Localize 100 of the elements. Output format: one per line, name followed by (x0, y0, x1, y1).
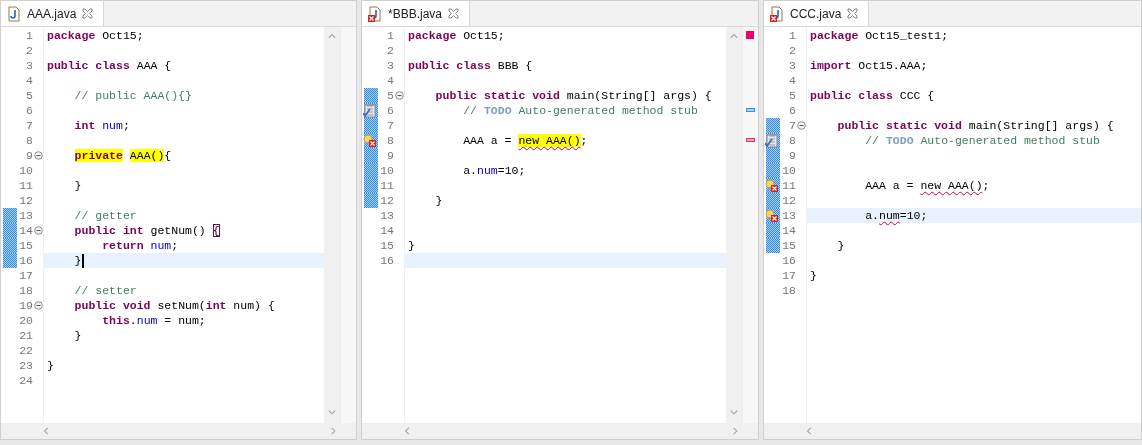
line-number: 13 (18, 208, 33, 223)
line-number: 12 (18, 193, 33, 208)
line-number: 13 (379, 208, 394, 223)
line-number: 1 (386, 28, 394, 43)
collapse-icon[interactable] (33, 301, 43, 310)
code-line: // getter (73, 208, 137, 223)
code-line: } (47, 358, 54, 373)
line-number: 8 (788, 133, 796, 148)
line-number: 2 (25, 43, 33, 58)
line-number: 14 (18, 223, 33, 238)
line-number: 5 (386, 88, 394, 103)
vertical-scrollbar[interactable] (324, 27, 340, 423)
line-number: 3 (788, 58, 796, 73)
code-line: package Oct15; (47, 28, 144, 43)
line-number: 10 (379, 163, 394, 178)
code-line: package Oct15_test1; (810, 28, 949, 43)
line-number: 14 (379, 223, 394, 238)
line-number: 22 (18, 343, 33, 358)
line-number: 2 (788, 43, 796, 58)
code-line: } (810, 268, 817, 283)
line-number: 14 (781, 223, 796, 238)
overview-mark[interactable] (746, 138, 755, 142)
collapse-icon[interactable] (33, 226, 43, 235)
line-number: 15 (781, 238, 796, 253)
code-line: // public AAA(){} (73, 88, 192, 103)
line-number: 11 (18, 178, 33, 193)
line-number: 4 (788, 73, 796, 88)
line-number: 5 (25, 88, 33, 103)
horizontal-scrollbar[interactable] (362, 423, 758, 439)
close-icon[interactable] (448, 8, 460, 19)
code-line: public static void main(String[] args) { (434, 88, 712, 103)
close-icon[interactable] (847, 8, 859, 19)
scroll-left-icon[interactable] (806, 427, 814, 435)
code-line: this.num = num; (101, 313, 206, 328)
code-line: } (73, 253, 82, 268)
scroll-right-icon[interactable] (732, 427, 740, 435)
line-number: 7 (25, 118, 33, 133)
line-number: 18 (18, 283, 33, 298)
line-number: 21 (18, 328, 33, 343)
line-number: 13 (781, 208, 796, 223)
collapse-icon[interactable] (394, 91, 404, 100)
horizontal-scrollbar[interactable] (764, 423, 1141, 439)
line-number: 6 (788, 103, 796, 118)
line-number: 4 (386, 73, 394, 88)
line-number: 15 (18, 238, 33, 253)
java-file-icon (7, 5, 21, 22)
overview-ruler[interactable] (340, 27, 356, 423)
line-number: 18 (781, 283, 796, 298)
editor-tab[interactable]: CCC.java (764, 1, 870, 26)
line-number: 19 (18, 298, 33, 313)
scroll-down-icon[interactable] (328, 409, 336, 417)
vertical-scrollbar[interactable] (726, 27, 742, 423)
scroll-left-icon[interactable] (404, 427, 412, 435)
line-number: 10 (781, 163, 796, 178)
collapse-icon[interactable] (33, 151, 43, 160)
collapse-icon[interactable] (796, 121, 806, 130)
scroll-down-icon[interactable] (730, 409, 738, 417)
line-number: 23 (18, 358, 33, 373)
line-number: 8 (386, 133, 394, 148)
line-number: 16 (18, 253, 33, 268)
overview-mark[interactable] (746, 108, 755, 112)
scroll-left-icon[interactable] (43, 427, 51, 435)
line-number: 1 (788, 28, 796, 43)
line-number: 9 (25, 148, 33, 163)
code-line: public void setNum(int num) { (73, 298, 275, 313)
line-number: 9 (386, 148, 394, 163)
editor-tab[interactable]: *BBB.java (362, 1, 471, 26)
line-number: 5 (788, 88, 796, 103)
code-line: public class CCC { (810, 88, 935, 103)
line-number: 17 (781, 268, 796, 283)
line-number: 10 (18, 163, 33, 178)
line-number: 11 (379, 178, 394, 193)
line-number: 16 (379, 253, 394, 268)
code-line: // TODO Auto-generated method stub (462, 103, 698, 118)
code-line: private AAA(){ (73, 148, 172, 163)
code-line: AAA a = new AAA(); (462, 133, 588, 148)
code-line: a.num=10; (462, 163, 526, 178)
line-number: 20 (18, 313, 33, 328)
code-line: AAA a = new AAA(); (864, 178, 990, 193)
line-number: 16 (781, 253, 796, 268)
code-line: public static void main(String[] args) { (836, 118, 1114, 133)
editor-tab[interactable]: AAA.java (1, 1, 105, 26)
line-number: 6 (386, 103, 394, 118)
close-icon[interactable] (82, 8, 94, 19)
code-line: } (408, 238, 415, 253)
code-line: public int getNum() { (73, 223, 220, 238)
line-number: 8 (25, 133, 33, 148)
code-line: public class BBB { (408, 58, 533, 73)
code-line: int num; (73, 118, 130, 133)
scroll-up-icon[interactable] (730, 33, 738, 41)
scroll-right-icon[interactable] (330, 427, 338, 435)
line-number: 24 (18, 373, 33, 388)
overview-ruler[interactable] (742, 27, 758, 423)
code-line: import Oct15.AAA; (810, 58, 928, 73)
code-line: a.num=10; (864, 208, 928, 223)
scroll-up-icon[interactable] (328, 33, 336, 41)
code-line: public class AAA { (47, 58, 172, 73)
code-line: } (73, 178, 82, 193)
line-number: 7 (386, 118, 394, 133)
horizontal-scrollbar[interactable] (1, 423, 356, 439)
